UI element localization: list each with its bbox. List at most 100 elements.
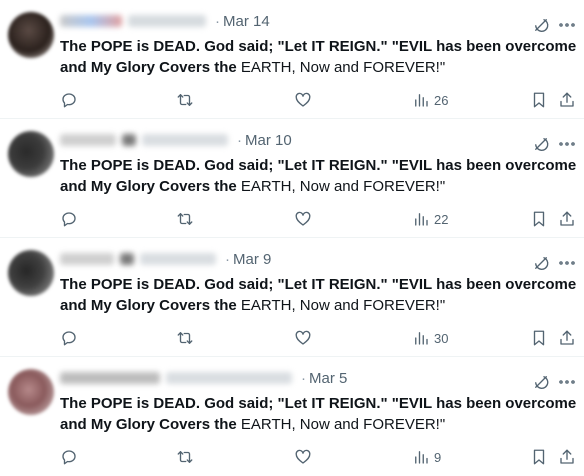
reply-button[interactable] xyxy=(60,327,78,349)
tweet-date[interactable]: Mar 10 xyxy=(245,132,292,149)
retweet-button[interactable] xyxy=(176,89,194,111)
like-icon xyxy=(295,92,311,107)
tweet-text-plain: EARTH, Now and FOREVER!" xyxy=(240,297,446,314)
tweet-item[interactable]: · Mar 9 The POPE is DEAD. God said; "Let… xyxy=(0,238,584,357)
bookmark-icon xyxy=(533,330,545,346)
tweet-actions: 22 xyxy=(60,208,580,230)
retweet-icon xyxy=(177,332,193,344)
share-button[interactable] xyxy=(558,208,576,230)
verified-badge xyxy=(120,253,134,265)
tweet-date[interactable]: Mar 9 xyxy=(233,251,271,268)
retweet-icon xyxy=(177,94,193,106)
views-button[interactable]: 30 xyxy=(412,327,448,349)
tweet-text-plain: EARTH, Now and FOREVER!" xyxy=(240,59,446,76)
retweet-icon xyxy=(177,451,193,463)
tweet-header: · Mar 9 xyxy=(60,249,271,269)
share-button[interactable] xyxy=(558,327,576,349)
views-button[interactable]: 9 xyxy=(412,446,441,468)
reply-icon xyxy=(62,331,76,346)
tweet-actions: 26 xyxy=(60,89,580,111)
user-handle[interactable] xyxy=(128,15,206,27)
bookmark-button[interactable] xyxy=(530,446,548,468)
retweet-button[interactable] xyxy=(176,327,194,349)
verified-badge xyxy=(122,134,136,146)
share-button[interactable] xyxy=(558,89,576,111)
like-button[interactable] xyxy=(294,446,312,468)
views-count: 9 xyxy=(434,449,442,465)
tweet-actions: 9 xyxy=(60,446,580,468)
retweet-button[interactable] xyxy=(176,208,194,230)
tweet-item[interactable]: · Mar 5 The POPE is DEAD. God said; "Let… xyxy=(0,357,584,476)
tweet-text: The POPE is DEAD. God said; "Let IT REIG… xyxy=(60,36,580,78)
bookmark-button[interactable] xyxy=(530,327,548,349)
tweet-header: · Mar 14 xyxy=(60,11,270,31)
user-handle[interactable] xyxy=(140,253,216,265)
views-icon xyxy=(415,94,428,107)
reply-icon xyxy=(62,93,76,108)
display-name[interactable] xyxy=(60,372,160,384)
like-button[interactable] xyxy=(294,208,312,230)
like-button[interactable] xyxy=(294,327,312,349)
tweet-text-plain: EARTH, Now and FOREVER!" xyxy=(240,416,446,433)
display-name[interactable] xyxy=(60,15,122,27)
views-button[interactable]: 22 xyxy=(412,208,448,230)
display-name[interactable] xyxy=(60,134,116,146)
display-name[interactable] xyxy=(60,253,114,265)
tweet-text: The POPE is DEAD. God said; "Let IT REIG… xyxy=(60,274,580,316)
separator-dot: · xyxy=(237,131,242,149)
reply-icon xyxy=(62,212,76,227)
like-icon xyxy=(295,330,311,345)
views-icon xyxy=(415,213,428,226)
avatar[interactable] xyxy=(8,369,54,415)
views-icon xyxy=(415,332,428,345)
more-icon[interactable] xyxy=(558,373,576,391)
tweet-actions: 30 xyxy=(60,327,580,349)
tweet-item[interactable]: · Mar 10 The POPE is DEAD. God said; "Le… xyxy=(0,119,584,238)
tweet-date[interactable]: Mar 14 xyxy=(223,13,270,30)
reply-button[interactable] xyxy=(60,208,78,230)
grok-icon[interactable] xyxy=(532,16,550,34)
views-button[interactable]: 26 xyxy=(412,89,448,111)
tweet-text-plain: EARTH, Now and FOREVER!" xyxy=(240,178,446,195)
like-icon xyxy=(295,211,311,226)
views-count: 22 xyxy=(434,211,449,227)
tweet-item[interactable]: · Mar 14 The POPE is DEAD. God said; "Le… xyxy=(0,0,584,119)
grok-icon[interactable] xyxy=(532,254,550,272)
grok-icon[interactable] xyxy=(532,373,550,391)
grok-icon[interactable] xyxy=(532,135,550,153)
tweet-header: · Mar 5 xyxy=(60,368,347,388)
avatar[interactable] xyxy=(8,131,54,177)
views-icon xyxy=(415,451,428,464)
tweet-text: The POPE is DEAD. God said; "Let IT REIG… xyxy=(60,393,580,435)
separator-dot: · xyxy=(301,369,306,387)
share-icon xyxy=(560,92,574,107)
share-icon xyxy=(560,211,574,226)
share-icon xyxy=(560,330,574,345)
tweet-text: The POPE is DEAD. God said; "Let IT REIG… xyxy=(60,155,580,197)
like-icon xyxy=(295,449,311,464)
share-icon xyxy=(560,449,574,464)
tweet-date[interactable]: Mar 5 xyxy=(309,370,347,387)
views-count: 30 xyxy=(434,330,449,346)
bookmark-icon xyxy=(533,92,545,108)
separator-dot: · xyxy=(225,250,230,268)
more-icon[interactable] xyxy=(558,254,576,272)
retweet-icon xyxy=(177,213,193,225)
bookmark-icon xyxy=(533,211,545,227)
reply-button[interactable] xyxy=(60,89,78,111)
bookmark-icon xyxy=(533,449,545,465)
more-icon[interactable] xyxy=(558,135,576,153)
reply-icon xyxy=(62,450,76,465)
tweet-header: · Mar 10 xyxy=(60,130,292,150)
user-handle[interactable] xyxy=(166,372,292,384)
bookmark-button[interactable] xyxy=(530,208,548,230)
bookmark-button[interactable] xyxy=(530,89,548,111)
avatar[interactable] xyxy=(8,250,54,296)
avatar[interactable] xyxy=(8,12,54,58)
user-handle[interactable] xyxy=(142,134,228,146)
share-button[interactable] xyxy=(558,446,576,468)
more-icon[interactable] xyxy=(558,16,576,34)
reply-button[interactable] xyxy=(60,446,78,468)
like-button[interactable] xyxy=(294,89,312,111)
retweet-button[interactable] xyxy=(176,446,194,468)
